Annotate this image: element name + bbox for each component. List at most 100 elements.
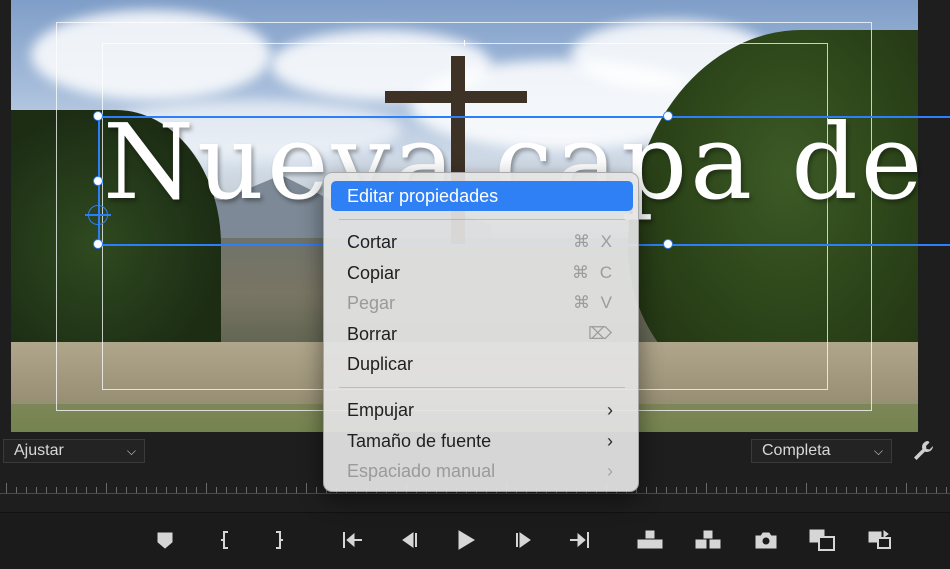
menu-item-clear[interactable]: Borrar ⌦	[331, 319, 633, 349]
play-icon[interactable]	[451, 528, 479, 552]
step-forward-icon[interactable]	[510, 528, 538, 552]
menu-item-manual-kerning: Espaciado manual ›	[331, 456, 633, 486]
ruler-tick	[646, 487, 647, 493]
add-marker-icon[interactable]	[151, 528, 179, 552]
resize-handle-bottom-left[interactable]	[93, 239, 103, 249]
ruler-tick	[796, 487, 797, 493]
ruler-tick	[196, 487, 197, 493]
ruler-tick	[666, 487, 667, 493]
ruler-tick	[86, 487, 87, 493]
ruler-tick	[846, 487, 847, 493]
ruler-tick	[766, 487, 767, 493]
wrench-icon[interactable]	[911, 439, 939, 465]
ruler-tick	[276, 487, 277, 493]
ruler-tick	[916, 487, 917, 493]
ruler-tick	[46, 487, 47, 493]
step-back-icon[interactable]	[395, 528, 423, 552]
mark-out-icon[interactable]	[264, 528, 292, 552]
menu-item-label: Pegar	[347, 293, 396, 313]
menu-item-duplicate[interactable]: Duplicar	[331, 349, 633, 379]
delete-key-icon: ⌦	[587, 324, 615, 343]
shortcut-label: ⌘ X	[572, 232, 615, 251]
ruler-tick	[106, 483, 107, 493]
resize-handle-bottom[interactable]	[663, 239, 673, 249]
ruler-tick	[236, 487, 237, 493]
menu-item-paste: Pegar ⌘ V	[331, 288, 633, 318]
chevron-right-icon: ›	[607, 461, 613, 481]
ruler-tick	[246, 487, 247, 493]
ruler-tick	[716, 487, 717, 493]
lift-icon[interactable]	[636, 528, 664, 552]
menu-item-label: Tamaño de fuente	[347, 431, 492, 451]
ruler-tick	[886, 487, 887, 493]
ruler-tick	[256, 487, 257, 493]
ruler-tick	[706, 483, 707, 493]
ruler-tick	[316, 487, 317, 493]
zoom-level-select[interactable]: Ajustar ⌵	[3, 439, 145, 463]
ruler-tick	[266, 487, 267, 493]
ruler-tick	[746, 487, 747, 493]
playback-resolution-select[interactable]: Completa ⌵	[751, 439, 892, 463]
menu-item-edit-properties[interactable]: Editar propiedades	[331, 181, 633, 211]
ruler-tick	[56, 487, 57, 493]
ruler-tick	[26, 487, 27, 493]
ruler-tick	[676, 487, 677, 493]
menu-item-label: Empujar	[347, 400, 415, 420]
ruler-tick	[306, 483, 307, 493]
menu-item-font-size[interactable]: Tamaño de fuente ›	[331, 426, 633, 456]
ruler-tick	[826, 487, 827, 493]
extract-icon[interactable]	[694, 528, 722, 552]
ruler-tick	[726, 487, 727, 493]
ruler-tick	[776, 487, 777, 493]
ruler-tick	[96, 487, 97, 493]
mark-in-icon[interactable]	[212, 528, 240, 552]
ruler-tick	[806, 483, 807, 493]
ruler-tick	[786, 487, 787, 493]
text-bbox-top	[98, 116, 950, 118]
ruler-tick	[946, 487, 947, 493]
menu-item-label: Duplicar	[347, 354, 414, 374]
proxy-toggle-icon[interactable]	[866, 528, 894, 552]
chevron-down-icon: ⌵	[126, 444, 136, 458]
playback-resolution-value: Completa	[762, 442, 831, 459]
ruler-tick	[16, 487, 17, 493]
context-menu: Editar propiedades Cortar ⌘ X Copiar ⌘ C…	[323, 172, 639, 492]
ruler-tick	[936, 487, 937, 493]
ruler-tick	[136, 487, 137, 493]
zoom-level-value: Ajustar	[14, 442, 64, 459]
ruler-tick	[126, 487, 127, 493]
ruler-tick	[866, 487, 867, 493]
shortcut-label: ⌘ C	[572, 263, 615, 282]
ruler-tick	[656, 487, 657, 493]
menu-item-label: Editar propiedades	[347, 186, 499, 206]
comparison-view-icon[interactable]	[808, 528, 836, 552]
resize-handle-top[interactable]	[663, 111, 673, 121]
menu-item-copy[interactable]: Copiar ⌘ C	[331, 258, 633, 288]
menu-separator	[339, 387, 625, 388]
go-to-in-icon[interactable]	[338, 528, 366, 552]
ruler-baseline	[0, 493, 950, 494]
ruler-tick	[226, 487, 227, 493]
export-frame-icon[interactable]	[752, 528, 780, 552]
ruler-tick	[686, 487, 687, 493]
ruler-tick	[286, 487, 287, 493]
ruler-tick	[36, 487, 37, 493]
menu-item-cut[interactable]: Cortar ⌘ X	[331, 227, 633, 257]
anchor-point-handle[interactable]	[85, 205, 111, 225]
chevron-down-icon: ⌵	[873, 444, 883, 458]
transport-controls	[0, 512, 950, 569]
go-to-out-icon[interactable]	[566, 528, 594, 552]
ruler-tick	[896, 487, 897, 493]
menu-item-label: Espaciado manual	[347, 461, 496, 481]
shortcut-label: ⌘ V	[572, 293, 615, 312]
resize-handle-top-left[interactable]	[93, 111, 103, 121]
menu-item-nudge[interactable]: Empujar ›	[331, 395, 633, 425]
ruler-tick	[296, 487, 297, 493]
ruler-tick	[66, 487, 67, 493]
ruler-tick	[156, 487, 157, 493]
ruler-tick	[216, 487, 217, 493]
ruler-tick	[856, 487, 857, 493]
resize-handle-left[interactable]	[93, 176, 103, 186]
ruler-tick	[76, 487, 77, 493]
ruler-tick	[876, 487, 877, 493]
